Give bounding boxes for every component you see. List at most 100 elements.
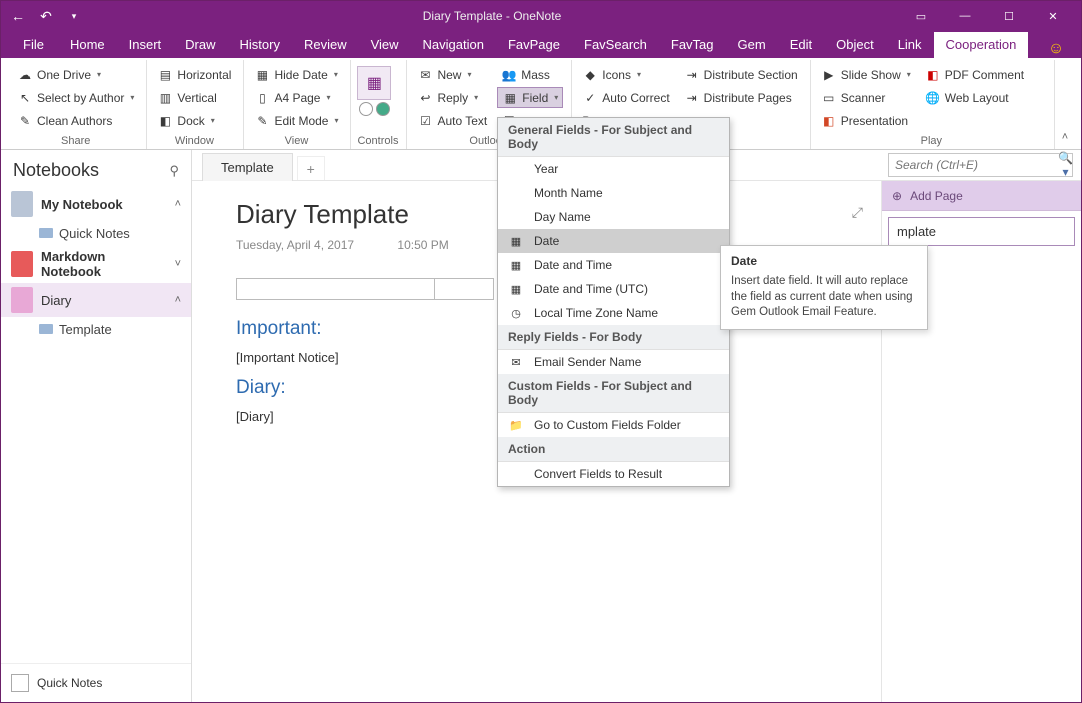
add-page-button[interactable]: ⊕ Add Page <box>882 181 1081 211</box>
search-icon[interactable]: 🔍▾ <box>1058 151 1073 179</box>
item-icon: ▦ <box>508 233 524 249</box>
notebook-item[interactable]: Diary˄ <box>1 283 191 317</box>
web-icon: 🌐 <box>925 90 941 106</box>
horizontal-icon: ▤ <box>157 67 173 83</box>
dropdown-item[interactable]: ▦Date <box>498 229 729 253</box>
tab-view[interactable]: View <box>359 32 411 58</box>
horizontal-button[interactable]: ▤Horizontal <box>153 64 235 85</box>
tab-history[interactable]: History <box>228 32 292 58</box>
tab-home[interactable]: Home <box>58 32 117 58</box>
tab-gem[interactable]: Gem <box>726 32 778 58</box>
notebook-section[interactable]: Template <box>1 317 191 341</box>
distribute-pages-button[interactable]: ⇥Distribute Pages <box>680 87 802 108</box>
field-button[interactable]: ▦Field▾ <box>497 87 563 108</box>
tab-draw[interactable]: Draw <box>173 32 227 58</box>
section-tab-template[interactable]: Template <box>202 153 293 181</box>
auto-text-button[interactable]: ☑Auto Text <box>413 110 491 131</box>
dropdown-item[interactable]: Month Name <box>498 181 729 205</box>
dropdown-item[interactable]: ◷Local Time Zone Name <box>498 301 729 325</box>
tooltip-title: Date <box>731 254 917 268</box>
onedrive-button[interactable]: ☁One Drive▾ <box>13 64 138 85</box>
icons-button[interactable]: ◆Icons▾ <box>578 64 673 85</box>
dropdown-item[interactable]: Day Name <box>498 205 729 229</box>
tab-favtag[interactable]: FavTag <box>659 32 726 58</box>
notebook-section[interactable]: Quick Notes <box>1 221 191 245</box>
pdf-comment-button[interactable]: ◧PDF Comment <box>921 64 1028 85</box>
search-input[interactable] <box>889 158 1058 172</box>
feedback-icon[interactable]: ☺ <box>1039 40 1073 58</box>
chevron-icon[interactable]: ˄ <box>175 198 181 210</box>
back-icon[interactable]: ← <box>7 5 29 27</box>
maximize-icon[interactable]: ☐ <box>987 1 1031 31</box>
tab-favpage[interactable]: FavPage <box>496 32 572 58</box>
ribbon-display-icon[interactable]: ▭ <box>899 1 943 31</box>
slide-show-button[interactable]: ▶Slide Show▾ <box>817 64 915 85</box>
edit-mode-button[interactable]: ✎Edit Mode▾ <box>250 110 342 131</box>
dropdown-item[interactable]: Year <box>498 157 729 181</box>
pdf-icon: ◧ <box>925 67 941 83</box>
item-icon: ◷ <box>508 305 524 321</box>
slideshow-icon: ▶ <box>821 67 837 83</box>
section-icon <box>39 228 53 238</box>
undo-icon[interactable]: ↶ <box>35 5 57 27</box>
a4-page-button[interactable]: ▯A4 Page▾ <box>250 87 342 108</box>
collapse-ribbon-icon[interactable]: ˄ <box>1055 60 1075 149</box>
page-list-item[interactable]: mplate <box>888 217 1075 246</box>
radio-icon <box>359 102 373 116</box>
scanner-button[interactable]: ▭Scanner <box>817 87 915 108</box>
tab-review[interactable]: Review <box>292 32 359 58</box>
tab-cooperation[interactable]: Cooperation <box>934 32 1029 58</box>
distribute-section-button[interactable]: ⇥Distribute Section <box>680 64 802 85</box>
radio-icon <box>376 102 390 116</box>
tab-navigation[interactable]: Navigation <box>411 32 496 58</box>
dropdown-header: Action <box>498 437 729 462</box>
tab-link[interactable]: Link <box>886 32 934 58</box>
dropdown-item[interactable]: ✉Email Sender Name <box>498 350 729 374</box>
auto-correct-button[interactable]: ✓Auto Correct <box>578 87 673 108</box>
dropdown-item[interactable]: ▦Date and Time <box>498 253 729 277</box>
select-by-author-button[interactable]: ↖Select by Author▾ <box>13 87 138 108</box>
chevron-icon[interactable]: ˅ <box>175 258 181 270</box>
mass-button[interactable]: 👥Mass <box>497 64 563 85</box>
chevron-icon[interactable]: ˄ <box>175 294 181 306</box>
quick-notes-button[interactable]: Quick Notes <box>1 663 191 702</box>
clean-authors-button[interactable]: ✎Clean Authors <box>13 110 138 131</box>
dropdown-item[interactable]: 📁Go to Custom Fields Folder <box>498 413 729 437</box>
dropdown-item[interactable]: Convert Fields to Result <box>498 462 729 486</box>
title-bar: ← ↶ ▾ Diary Template - OneNote ▭ — ☐ ✕ <box>1 1 1081 31</box>
item-icon <box>508 161 524 177</box>
close-icon[interactable]: ✕ <box>1031 1 1075 31</box>
item-label: Go to Custom Fields Folder <box>534 418 681 432</box>
notebook-item[interactable]: Markdown Notebook˅ <box>1 245 191 283</box>
notebook-icon <box>11 287 33 313</box>
distribute-icon: ⇥ <box>684 90 700 106</box>
add-section-button[interactable]: + <box>297 156 325 180</box>
dock-button[interactable]: ◧Dock▾ <box>153 110 235 131</box>
tab-file[interactable]: File <box>9 32 58 58</box>
dropdown-item[interactable]: ▦Date and Time (UTC) <box>498 277 729 301</box>
qat-dropdown-icon[interactable]: ▾ <box>63 5 85 27</box>
new-button[interactable]: ✉New▾ <box>413 64 491 85</box>
web-layout-button[interactable]: 🌐Web Layout <box>921 87 1028 108</box>
reply-button[interactable]: ↩Reply▾ <box>413 87 491 108</box>
presentation-button[interactable]: ◧Presentation <box>817 110 915 131</box>
distribute-icon: ⇥ <box>684 67 700 83</box>
pin-icon[interactable]: ⚲ <box>169 163 179 179</box>
tab-edit[interactable]: Edit <box>778 32 824 58</box>
controls-gallery[interactable]: ▦ <box>357 64 391 116</box>
search-box[interactable]: 🔍▾ <box>888 153 1073 177</box>
hide-date-button[interactable]: ▦Hide Date▾ <box>250 64 342 85</box>
tab-favsearch[interactable]: FavSearch <box>572 32 659 58</box>
notebook-name: My Notebook <box>41 197 167 212</box>
tab-object[interactable]: Object <box>824 32 886 58</box>
field-icon: ▦ <box>502 90 518 106</box>
powerpoint-icon: ◧ <box>821 113 837 129</box>
page-date: Tuesday, April 4, 2017 <box>236 238 354 252</box>
page-time: 10:50 PM <box>397 238 448 252</box>
minimize-icon[interactable]: — <box>943 1 987 31</box>
tab-insert[interactable]: Insert <box>117 32 174 58</box>
item-icon: ▦ <box>508 257 524 273</box>
item-icon <box>508 209 524 225</box>
notebook-item[interactable]: My Notebook ˄ <box>1 187 191 221</box>
vertical-button[interactable]: ▥Vertical <box>153 87 235 108</box>
